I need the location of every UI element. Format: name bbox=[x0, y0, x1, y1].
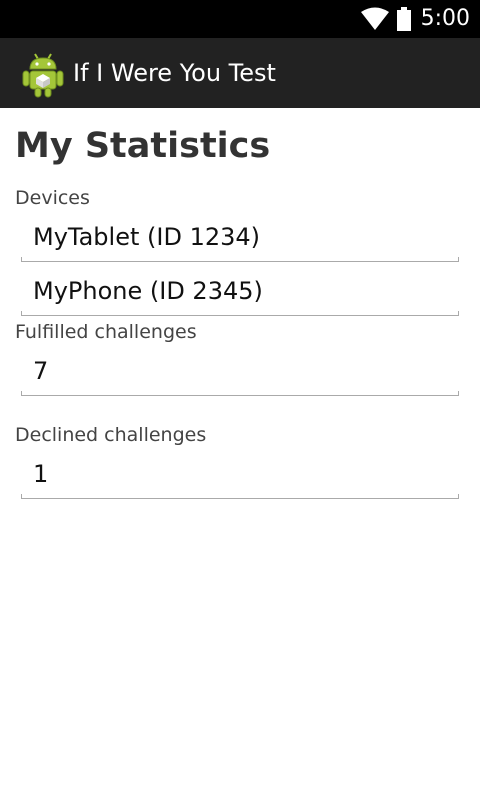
action-bar: If I Were You Test bbox=[0, 38, 480, 108]
page-title: My Statistics bbox=[15, 126, 271, 166]
status-icons: 5:00 bbox=[360, 0, 470, 38]
declined-challenges-field[interactable]: 1 bbox=[21, 449, 459, 499]
declined-challenges-label: Declined challenges bbox=[15, 424, 207, 446]
field-underline bbox=[21, 311, 459, 316]
status-bar: 5:00 bbox=[0, 0, 480, 38]
field-underline bbox=[21, 391, 459, 396]
device-value: MyPhone (ID 2345) bbox=[33, 277, 263, 305]
field-underline bbox=[21, 494, 459, 499]
declined-challenges-value: 1 bbox=[33, 460, 49, 488]
fulfilled-challenges-field[interactable]: 7 bbox=[21, 346, 459, 396]
battery-icon bbox=[396, 7, 411, 31]
fulfilled-challenges-value: 7 bbox=[33, 357, 49, 385]
device-field-1[interactable]: MyTablet (ID 1234) bbox=[21, 212, 459, 262]
status-time: 5:00 bbox=[420, 6, 470, 31]
device-field-2[interactable]: MyPhone (ID 2345) bbox=[21, 266, 459, 316]
wifi-icon bbox=[360, 7, 389, 30]
android-icon[interactable] bbox=[21, 50, 65, 98]
field-underline bbox=[21, 257, 459, 262]
device-value: MyTablet (ID 1234) bbox=[33, 223, 261, 251]
devices-label: Devices bbox=[15, 187, 90, 209]
fulfilled-challenges-label: Fulfilled challenges bbox=[15, 321, 197, 343]
app-title: If I Were You Test bbox=[73, 59, 276, 87]
screen: 5:00 If I Were You Test My Statistics De… bbox=[0, 0, 480, 800]
